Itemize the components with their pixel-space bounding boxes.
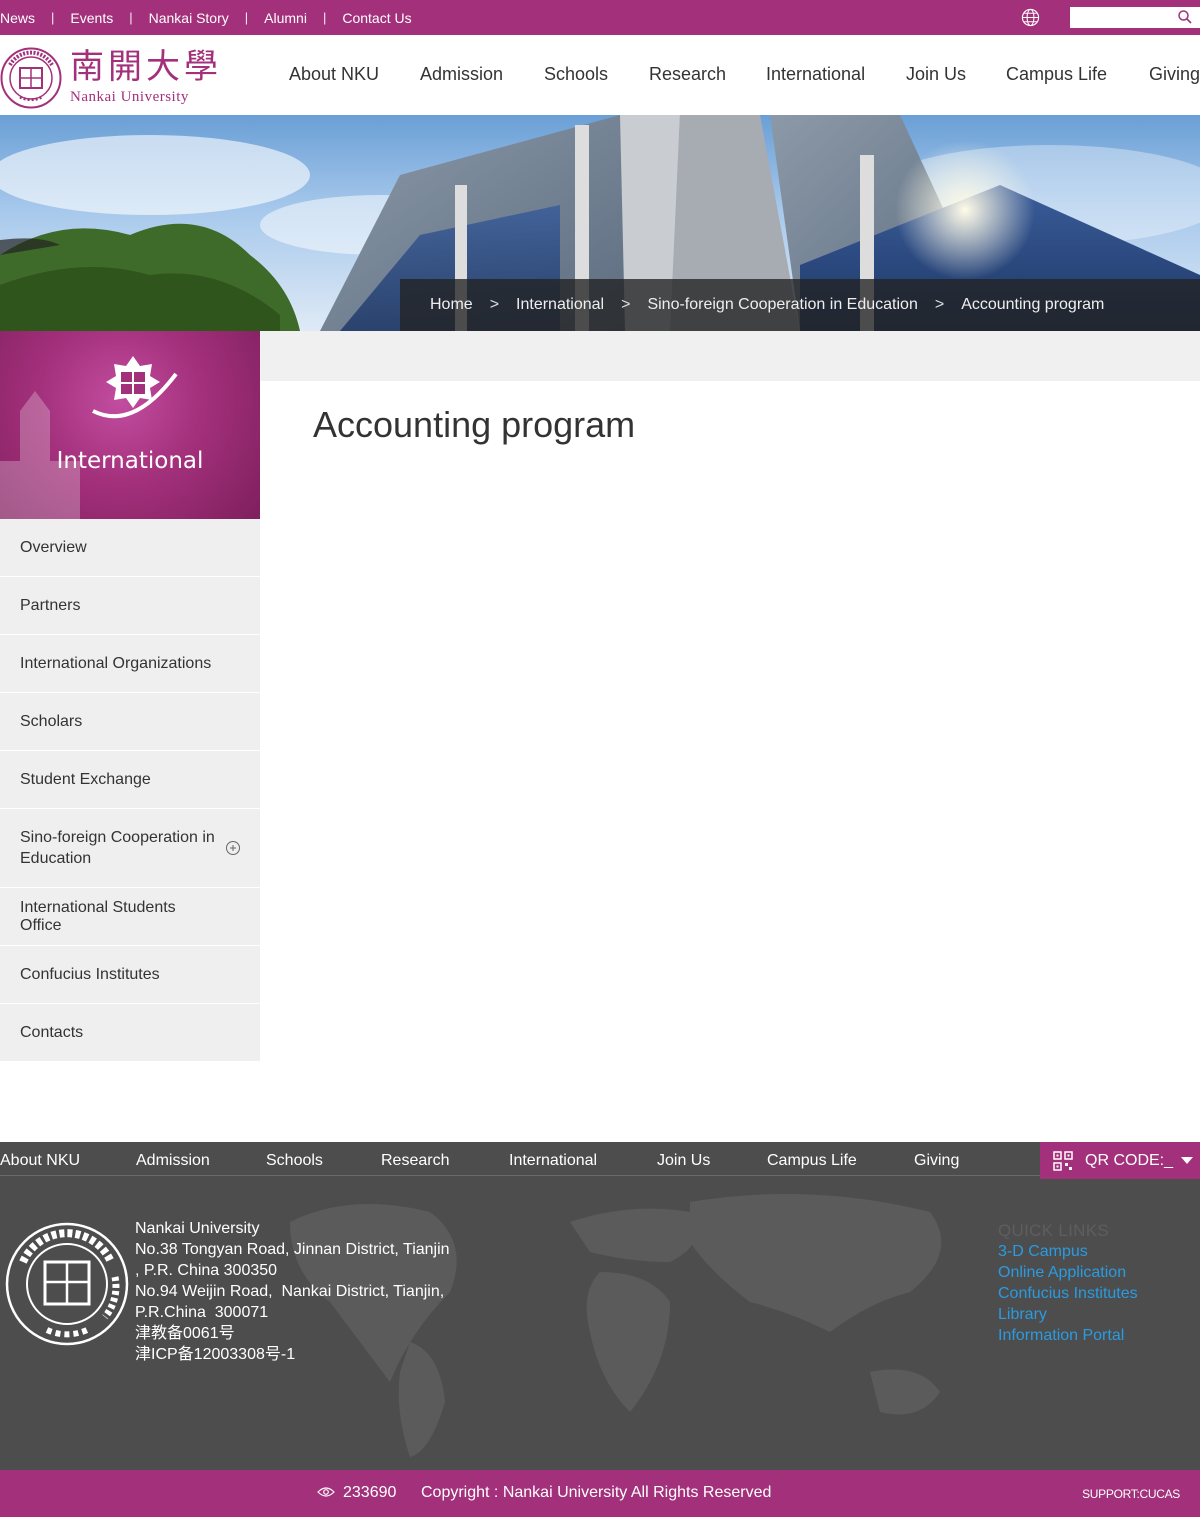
copyright-text: Copyright : Nankai University All Rights…	[421, 1484, 772, 1501]
globe-icon[interactable]	[1021, 8, 1040, 27]
search-icon[interactable]	[1177, 9, 1193, 25]
sidebar-header: International	[0, 331, 260, 519]
sidebar-item-international-organizations[interactable]: International Organizations	[0, 635, 260, 693]
page-title: Accounting program	[313, 404, 636, 445]
breadcrumb: Home > International > Sino-foreign Coop…	[400, 279, 1200, 331]
address-line: No.94 Weijin Road, Nankai District, Tian…	[135, 1283, 445, 1300]
footer-nav-giving[interactable]: Giving	[914, 1152, 959, 1170]
nav-admission[interactable]: Admission	[420, 64, 503, 85]
visit-count: 233690	[343, 1484, 397, 1501]
site-header: 南開大學 Nankai University About NKU Admissi…	[0, 35, 1200, 115]
sidebar-item-label: Sino-foreign Cooperation in Education	[20, 829, 215, 867]
sidebar-item-label: International Students Office	[20, 898, 176, 934]
footer-nav-schools[interactable]: Schools	[266, 1152, 323, 1170]
address-line[interactable]: 津ICP备12003308号-1	[135, 1344, 465, 1365]
footer-address: Nankai University No.38 Tongyan Road, Ji…	[135, 1218, 465, 1365]
nav-giving[interactable]: Giving	[1149, 64, 1200, 85]
divider: |	[51, 10, 55, 25]
footer-nav-join-us[interactable]: Join Us	[657, 1152, 710, 1170]
address-line: P.R.China 300071	[135, 1304, 269, 1321]
sidebar-item-partners[interactable]: Partners	[0, 577, 260, 635]
nav-about-nku[interactable]: About NKU	[289, 64, 379, 85]
sidebar-item-label: Overview	[20, 538, 87, 556]
top-links: News | Events | Nankai Story | Alumni | …	[0, 0, 412, 35]
footer-nav-international[interactable]: International	[509, 1152, 597, 1170]
quick-links-heading: QUICK LINKS	[998, 1221, 1109, 1240]
divider: |	[322, 10, 327, 25]
top-link-alumni[interactable]: Alumni	[264, 10, 307, 26]
top-link-events[interactable]: Events	[70, 10, 113, 26]
top-bar: News | Events | Nankai Story | Alumni | …	[0, 0, 1200, 35]
eye-icon	[317, 1487, 335, 1497]
footer-nav-campus-life[interactable]: Campus Life	[767, 1152, 857, 1170]
quick-link-information-portal[interactable]: Information Portal	[998, 1325, 1138, 1346]
sidebar-item-label: Partners	[20, 596, 81, 614]
sidebar-item-label: Student Exchange	[20, 770, 151, 788]
breadcrumb-sino-foreign[interactable]: Sino-foreign Cooperation in Education	[647, 296, 917, 314]
top-link-nankai-story[interactable]: Nankai Story	[149, 10, 229, 26]
sidebar-item-scholars[interactable]: Scholars	[0, 693, 260, 751]
nav-join-us[interactable]: Join Us	[906, 64, 966, 85]
sidebar-item-label: International Organizations	[20, 654, 212, 672]
site-footer: About NKU Admission Schools Research Int…	[0, 1142, 1200, 1470]
breadcrumb-separator: >	[489, 296, 500, 313]
sidebar-item-international-students-office[interactable]: International Students Office	[0, 888, 260, 946]
breadcrumb-separator: >	[621, 296, 631, 313]
address-line: , P.R. China 300350	[135, 1262, 278, 1279]
sidebar-item-overview[interactable]: Overview	[0, 519, 260, 577]
footer-nav-admission[interactable]: Admission	[136, 1152, 210, 1170]
sidebar-item-student-exchange[interactable]: Student Exchange	[0, 751, 260, 809]
nankai-emblem-icon	[92, 356, 178, 419]
footer-nav-research[interactable]: Research	[381, 1152, 449, 1170]
qr-code-icon	[1053, 1151, 1073, 1171]
breadcrumb-separator: >	[934, 296, 945, 313]
sidebar-item-contacts[interactable]: Contacts	[0, 1004, 260, 1062]
footer-nav: About NKU Admission Schools Research Int…	[0, 1142, 1040, 1176]
nav-international[interactable]: International	[766, 64, 865, 85]
top-link-news[interactable]: News	[0, 10, 35, 26]
sidebar-item-label: Confucius Institutes	[20, 965, 160, 983]
support-link[interactable]: SUPPORT:CUCAS	[1082, 1487, 1180, 1501]
quick-link-confucius-institutes[interactable]: Confucius Institutes	[998, 1283, 1138, 1304]
quick-link-library[interactable]: Library	[998, 1304, 1138, 1325]
sidebar-nav: Overview Partners International Organiza…	[0, 519, 260, 1062]
page-banner: Home > International > Sino-foreign Coop…	[0, 115, 1200, 331]
content-top-strip	[260, 331, 1200, 381]
address-line: No.38 Tongyan Road, Jinnan District, Tia…	[135, 1241, 450, 1258]
quick-link-3d-campus[interactable]: 3-D Campus	[998, 1241, 1138, 1262]
plus-circle-icon[interactable]	[225, 840, 241, 856]
address-line[interactable]: 津教备0061号	[135, 1323, 465, 1344]
sidebar-title: International	[56, 448, 204, 474]
breadcrumb-home[interactable]: Home	[430, 296, 473, 314]
divider: |	[129, 10, 133, 25]
footer-nav-about-nku[interactable]: About NKU	[0, 1152, 80, 1170]
nav-campus-life[interactable]: Campus Life	[1006, 64, 1107, 85]
top-link-contact-us[interactable]: Contact Us	[342, 10, 411, 26]
nav-schools[interactable]: Schools	[544, 64, 608, 85]
sidebar-item-label: Contacts	[20, 1023, 84, 1041]
breadcrumb-current[interactable]: Accounting program	[961, 296, 1104, 314]
qr-code-dropdown[interactable]: QR CODE:_	[1040, 1142, 1200, 1179]
quick-links: QUICK LINKS 3-D Campus Online Applicatio…	[998, 1220, 1138, 1346]
sidebar-item-sino-foreign-cooperation[interactable]: Sino-foreign Cooperation in Education	[0, 809, 260, 888]
quick-link-online-application[interactable]: Online Application	[998, 1262, 1138, 1283]
qr-code-label: QR CODE:_	[1085, 1152, 1174, 1169]
breadcrumb-international[interactable]: International	[516, 296, 604, 314]
chevron-down-icon	[1181, 1157, 1193, 1164]
bottom-bar: 233690 Copyright : Nankai University All…	[0, 1470, 1200, 1517]
sidebar-item-confucius-institutes[interactable]: Confucius Institutes	[0, 946, 260, 1004]
nav-research[interactable]: Research	[649, 64, 726, 85]
sidebar-item-label: Scholars	[20, 712, 83, 730]
university-seal-logo	[5, 1222, 129, 1346]
address-line: Nankai University	[135, 1220, 260, 1237]
divider: |	[244, 10, 249, 25]
main-nav: About NKU Admission Schools Research Int…	[0, 35, 1200, 115]
